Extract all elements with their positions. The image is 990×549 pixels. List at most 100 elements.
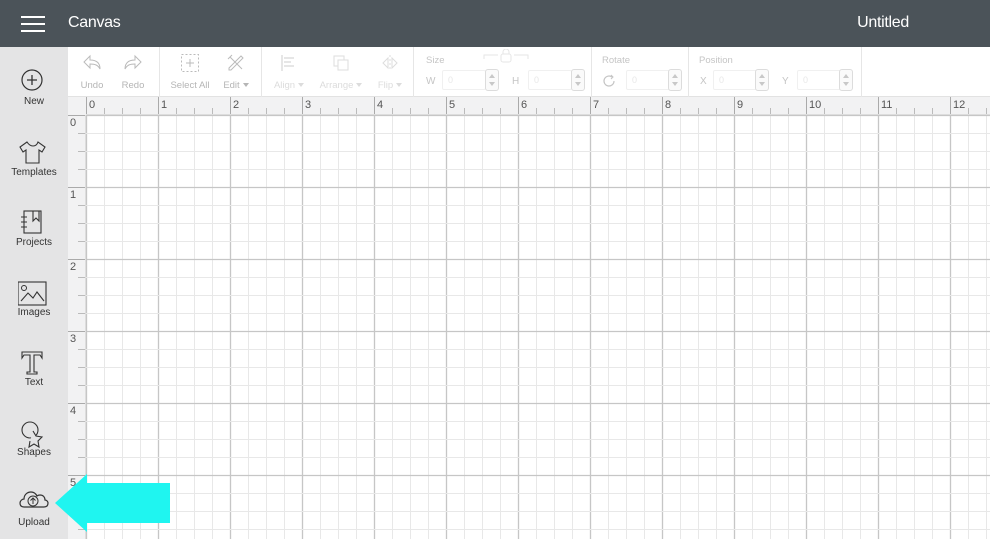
ruler-tick <box>662 97 663 114</box>
app-header: Canvas Untitled <box>0 0 990 47</box>
rotate-input[interactable]: 0 <box>626 70 670 90</box>
edit-dropdown[interactable]: Edit <box>216 47 256 97</box>
flip-dropdown[interactable]: Flip <box>370 47 410 97</box>
rotate-stepper[interactable] <box>668 69 682 91</box>
ruler-tick <box>266 108 267 114</box>
canvas-grid[interactable] <box>86 115 990 539</box>
redo-button[interactable]: Redo <box>112 47 154 97</box>
ruler-label: 5 <box>449 99 456 111</box>
sidebar-item-projects[interactable]: Projects <box>0 199 68 269</box>
ruler-tick <box>78 151 85 152</box>
ruler-tick <box>968 108 969 114</box>
position-group: Position X 0 Y 0 <box>689 47 862 97</box>
ruler-tick <box>536 108 537 114</box>
undo-button[interactable]: Undo <box>72 47 112 97</box>
ruler-tick <box>356 108 357 114</box>
height-input[interactable]: 0 <box>528 70 572 90</box>
sidebar-label: Templates <box>11 167 57 178</box>
ruler-tick <box>392 108 393 114</box>
ruler-tick <box>140 108 141 114</box>
ruler-tick <box>752 108 753 114</box>
ruler-tick <box>68 115 85 116</box>
design-canvas[interactable]: 0 1 2 3 4 5 6 7 8 9 10 11 12 012345 <box>68 97 990 539</box>
sidebar-label: Images <box>17 307 51 318</box>
ruler-tick <box>716 108 717 114</box>
ruler-tick <box>824 108 825 114</box>
chevron-down-icon <box>356 83 363 88</box>
ruler-tick <box>78 277 85 278</box>
height-stepper[interactable] <box>571 69 585 91</box>
ruler-tick <box>78 367 85 368</box>
ruler-tick <box>284 108 285 114</box>
sidebar-item-images[interactable]: Images <box>0 269 68 339</box>
width-label: W <box>426 76 436 87</box>
ruler-tick <box>410 108 411 114</box>
left-sidebar: New Templates Projects Images Text Shape… <box>0 47 68 539</box>
ruler-tick <box>78 439 85 440</box>
ruler-tick <box>788 108 789 114</box>
ruler-tick <box>78 205 85 206</box>
ruler-tick <box>176 108 177 114</box>
ruler-tick <box>572 108 573 114</box>
hamburger-menu-icon[interactable] <box>21 15 45 32</box>
sidebar-item-text[interactable]: Text <box>0 339 68 409</box>
edit-toolbar: Undo Redo Select All Edit Align Arrange … <box>68 47 990 97</box>
width-input[interactable]: 0 <box>442 70 486 90</box>
ruler-tick <box>78 349 85 350</box>
ruler-tick <box>806 97 807 114</box>
ruler-tick <box>78 169 85 170</box>
ruler-tick <box>78 223 85 224</box>
ruler-tick <box>500 108 501 114</box>
y-label: Y <box>782 76 789 87</box>
y-position-input[interactable]: 0 <box>797 70 842 90</box>
x-position-input[interactable]: 0 <box>713 70 758 90</box>
ruler-tick <box>104 108 105 114</box>
ruler-tick <box>78 295 85 296</box>
ruler-tick <box>78 133 85 134</box>
ruler-tick <box>194 108 195 114</box>
sidebar-item-templates[interactable]: Templates <box>0 129 68 199</box>
arrange-icon <box>333 55 349 71</box>
ruler-label: 10 <box>809 99 822 111</box>
edit-pencil-ruler-icon <box>227 54 244 71</box>
chevron-down-icon <box>396 83 403 88</box>
ruler-tick <box>734 97 735 114</box>
document-title[interactable]: Untitled <box>857 14 909 32</box>
ruler-tick <box>68 331 85 332</box>
x-position-stepper[interactable] <box>755 69 769 91</box>
sidebar-label: New <box>23 96 44 107</box>
arrange-group: Align Arrange Flip <box>262 47 414 97</box>
y-position-stepper[interactable] <box>839 69 853 91</box>
ruler-label: 1 <box>70 189 77 201</box>
ruler-label: 2 <box>233 99 240 111</box>
width-stepper[interactable] <box>485 69 499 91</box>
ruler-label: 4 <box>70 405 77 417</box>
text-icon <box>21 351 43 375</box>
ruler-tick <box>860 108 861 114</box>
history-group: Undo Redo <box>68 47 160 97</box>
ruler-label: 2 <box>70 261 77 273</box>
sidebar-item-shapes[interactable]: Shapes <box>0 409 68 479</box>
selection-group: Select All Edit <box>160 47 262 97</box>
ruler-tick <box>482 108 483 114</box>
ruler-tick <box>78 241 85 242</box>
sidebar-label: Projects <box>15 237 53 248</box>
lock-icon[interactable] <box>482 49 530 65</box>
ruler-tick <box>158 97 159 114</box>
ruler-tick <box>78 457 85 458</box>
ruler-label: 3 <box>70 333 77 345</box>
image-icon <box>18 281 47 306</box>
ruler-tick <box>338 108 339 114</box>
select-all-button[interactable]: Select All <box>164 47 216 97</box>
ruler-tick <box>86 97 87 114</box>
ruler-tick <box>680 108 681 114</box>
ruler-tick <box>950 97 951 114</box>
sidebar-item-new[interactable]: New <box>0 59 68 129</box>
arrange-dropdown[interactable]: Arrange <box>312 47 370 97</box>
rotate-group: Rotate 0 <box>592 47 689 97</box>
ruler-tick <box>626 108 627 114</box>
ruler-tick <box>932 108 933 114</box>
plus-circle-icon <box>21 69 43 91</box>
shapes-icon <box>21 421 44 449</box>
align-dropdown[interactable]: Align <box>266 47 312 97</box>
